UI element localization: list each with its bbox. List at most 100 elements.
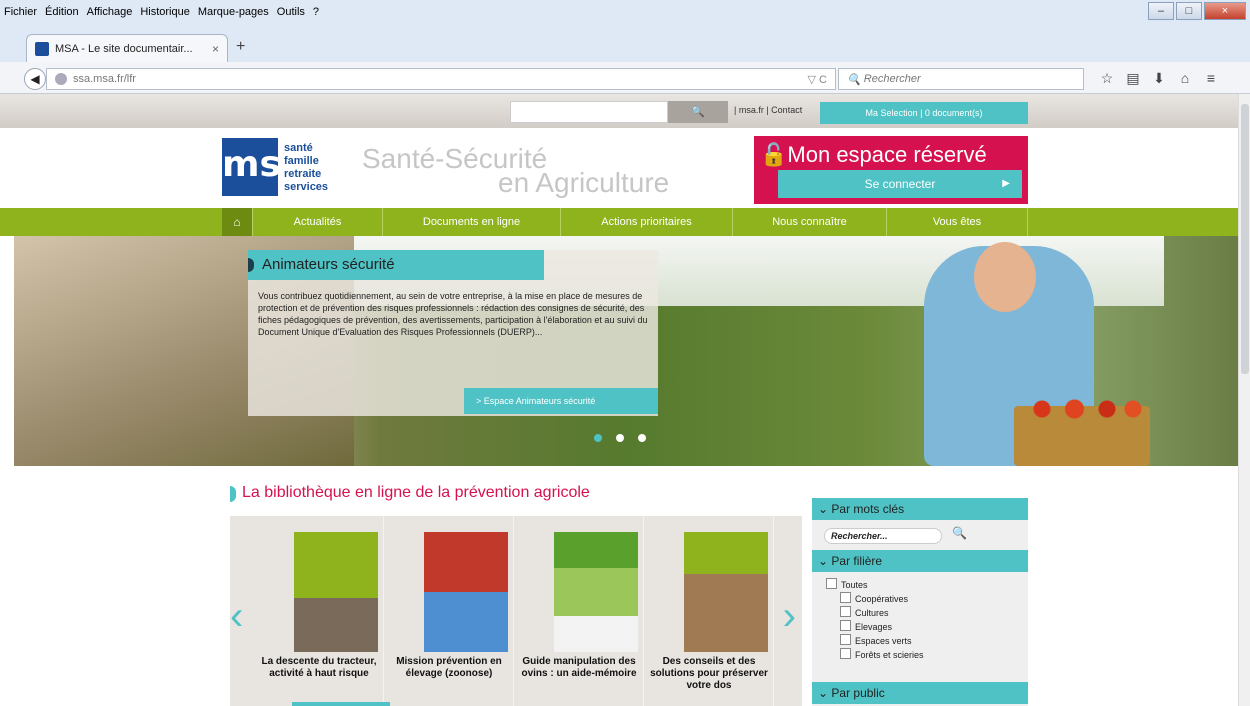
menu-icon[interactable]: ≡ xyxy=(1198,70,1224,87)
scrollbar-thumb[interactable] xyxy=(1241,104,1249,374)
book-cover xyxy=(424,532,508,652)
toolbar-icons: ☆ ▤ ⬇ ⌂ ≡ xyxy=(1094,70,1224,87)
nav-vous-etes[interactable]: Vous êtes xyxy=(886,208,1028,236)
book-more-button[interactable] xyxy=(292,702,390,706)
filter-checkbox[interactable]: Espaces verts xyxy=(840,634,912,646)
browser-search-placeholder: Rechercher xyxy=(863,73,921,85)
menu-marque-pages[interactable]: Marque-pages xyxy=(198,6,269,18)
hero-caption-title: Animateurs sécurité xyxy=(248,250,544,280)
connect-button[interactable]: ▶ Se connecter xyxy=(778,170,1022,198)
carousel-next-icon[interactable]: › xyxy=(783,596,796,636)
arrow-right-icon: ▶ xyxy=(1002,178,1010,189)
search-icon[interactable]: 🔍 xyxy=(952,526,967,540)
carousel-prev-icon[interactable]: ‹ xyxy=(230,596,243,636)
hero-caption: Animateurs sécurité Vous contribuez quot… xyxy=(248,250,658,416)
book-caption: Mission prévention en élevage (zoonose) xyxy=(396,656,502,679)
filter-checkbox[interactable]: Cultures xyxy=(840,606,889,618)
filter-sidebar: ⌄ Par mots clés Rechercher... 🔍 ⌄ Par fi… xyxy=(812,498,1028,706)
nav-actualites[interactable]: Actualités xyxy=(252,208,382,236)
book-cover xyxy=(684,532,768,652)
site-search-button[interactable]: 🔍 xyxy=(668,101,728,123)
site-search-input[interactable] xyxy=(510,101,668,123)
close-tab-icon[interactable]: × xyxy=(212,42,219,56)
address-bar[interactable]: ssa.msa.fr/lfr ▽ C xyxy=(46,68,836,90)
filter-keywords-header[interactable]: ⌄ Par mots clés xyxy=(812,498,1028,520)
msa-logo[interactable]: msa santé famille retraite services xyxy=(222,138,344,198)
filter-checkbox[interactable]: Forêts et scieries xyxy=(840,648,924,660)
new-tab-button[interactable]: + xyxy=(236,38,245,56)
selection-button[interactable]: Ma Selection | 0 document(s) xyxy=(820,102,1028,124)
nav-actions[interactable]: Actions prioritaires xyxy=(560,208,732,236)
download-icon[interactable]: ⬇ xyxy=(1146,70,1172,87)
logo-word: santé xyxy=(284,142,313,154)
filter-public-label: Par public xyxy=(831,686,885,700)
menu-affichage[interactable]: Affichage xyxy=(87,6,133,18)
browser-search-input[interactable]: 🔍 Rechercher xyxy=(838,68,1084,90)
reserved-space-panel: 🔓Mon espace réservé ▶ Se connecter xyxy=(754,136,1028,204)
menu-aide[interactable]: ? xyxy=(313,6,319,18)
msa-logo-mark: msa xyxy=(222,138,305,196)
favicon-icon xyxy=(35,41,49,56)
filter-public-header[interactable]: ⌄ Par public xyxy=(812,682,1028,704)
book-item[interactable]: Des conseils et des solutions pour prése… xyxy=(644,516,774,706)
keyword-search-input[interactable]: Rechercher... xyxy=(824,528,942,544)
home-nav-icon[interactable]: ⌂ xyxy=(222,208,252,236)
minimize-button[interactable]: – xyxy=(1148,2,1174,20)
book-cover xyxy=(294,532,378,652)
reading-list-icon[interactable]: ▤ xyxy=(1120,70,1146,87)
hero-caption-button[interactable]: > Espace Animateurs sécurité xyxy=(464,388,658,414)
book-caption: Guide manipulation des ovins : un aide-m… xyxy=(521,656,637,679)
back-icon[interactable]: ◀ xyxy=(24,68,46,90)
tab-msa[interactable]: MSA - Le site documentair... × xyxy=(26,34,228,62)
filter-checkbox[interactable]: Elevages xyxy=(840,620,892,632)
maximize-button[interactable]: □ xyxy=(1176,2,1202,20)
search-icon: 🔍 xyxy=(847,73,864,86)
filter-filiere-header[interactable]: ⌄ Par filière xyxy=(812,550,1028,572)
top-links[interactable]: | msa.fr | Contact xyxy=(734,105,802,115)
connect-label: Se connecter xyxy=(864,177,936,191)
farmer-head xyxy=(974,242,1036,312)
slider-dot[interactable] xyxy=(594,434,602,442)
book-cover xyxy=(554,532,638,652)
menu-outils[interactable]: Outils xyxy=(277,6,305,18)
window-controls: – □ × xyxy=(1146,2,1246,20)
menu-edition[interactable]: Édition xyxy=(45,6,79,18)
reserved-space-title: 🔓Mon espace réservé xyxy=(760,142,987,168)
url-text: ssa.msa.fr/lfr xyxy=(73,73,136,85)
menu-bar: Fichier Édition Affichage Historique Mar… xyxy=(0,0,1250,24)
site-tagline: Santé-Sécurité en Agriculture xyxy=(362,144,669,198)
reload-icon[interactable]: ▽ C xyxy=(808,73,827,86)
close-window-button[interactable]: × xyxy=(1204,2,1246,20)
book-item[interactable]: Mission prévention en élevage (zoonose) xyxy=(384,516,514,706)
nav-nous-connaitre[interactable]: Nous connaître xyxy=(732,208,886,236)
book-item[interactable]: La descente du tracteur, activité à haut… xyxy=(254,516,390,706)
page-scrollbar[interactable] xyxy=(1238,94,1250,706)
bookmark-star-icon[interactable]: ☆ xyxy=(1094,70,1120,87)
nav-documents[interactable]: Documents en ligne xyxy=(382,208,560,236)
slider-dot[interactable] xyxy=(638,434,646,442)
lock-icon: 🔓 xyxy=(760,142,788,167)
tab-bar: MSA - Le site documentair... × + xyxy=(0,24,1250,62)
filter-checkbox[interactable]: Coopératives xyxy=(840,592,908,604)
filter-checkbox[interactable]: Toutes xyxy=(826,578,868,590)
library-title: La bibliothèque en ligne de la préventio… xyxy=(230,484,590,502)
tab-title: MSA - Le site documentair... xyxy=(55,42,193,55)
search-icon: 🔍 xyxy=(691,106,705,118)
reserved-space-label: Mon espace réservé xyxy=(787,142,987,167)
book-item[interactable]: Guide manipulation des ovins : un aide-m… xyxy=(514,516,644,706)
hero-caption-text: Vous contribuez quotidiennement, au sein… xyxy=(258,291,648,337)
logo-word: services xyxy=(284,181,329,193)
library-carousel: ‹ › La descente du tracteur, activité à … xyxy=(230,516,802,706)
book-caption: Des conseils et des solutions pour prése… xyxy=(650,656,768,691)
slider-dot[interactable] xyxy=(616,434,624,442)
menu-historique[interactable]: Historique xyxy=(140,6,190,18)
home-icon[interactable]: ⌂ xyxy=(1172,70,1198,87)
book-caption: La descente du tracteur, activité à haut… xyxy=(261,656,377,679)
globe-icon xyxy=(55,73,67,85)
logo-words: santé famille retraite services xyxy=(284,142,328,194)
nav-bar: ◀ ssa.msa.fr/lfr ▽ C 🔍 Rechercher ☆ ▤ ⬇ … xyxy=(0,62,1250,94)
main-nav: ⌂ Actualités Documents en ligne Actions … xyxy=(0,208,1238,236)
slider-dots xyxy=(594,434,660,442)
top-strip: 🔍 | msa.fr | Contact Ma Selection | 0 do… xyxy=(0,94,1238,128)
menu-fichier[interactable]: Fichier xyxy=(4,6,37,18)
